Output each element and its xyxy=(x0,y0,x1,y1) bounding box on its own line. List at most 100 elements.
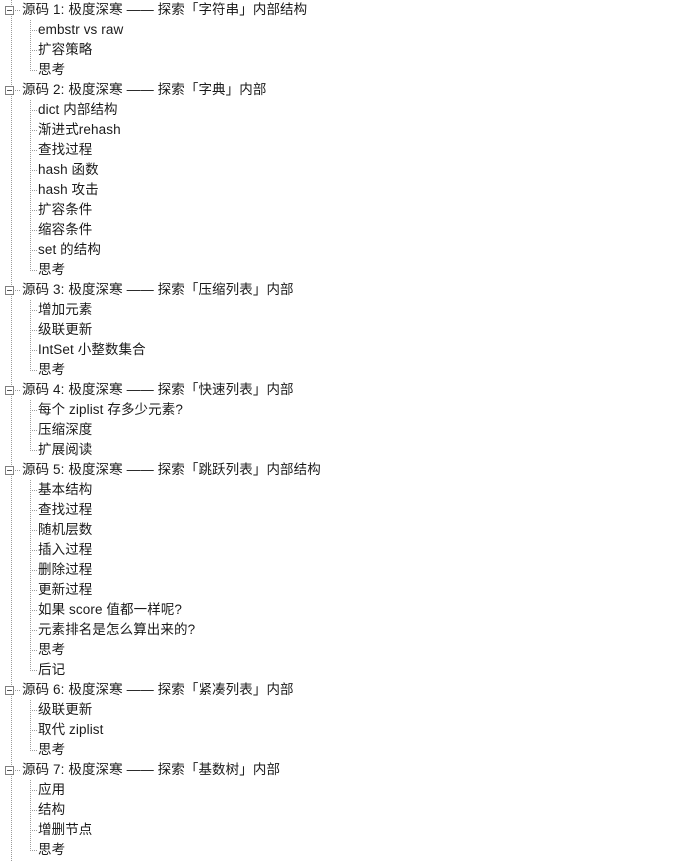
tree-child-label[interactable]: 查找过程 xyxy=(38,140,92,160)
tree-child-label[interactable]: 思考 xyxy=(38,640,65,660)
tree-node-header-row[interactable]: 源码 5: 极度深寒 —— 探索「跳跃列表」内部结构 xyxy=(0,460,686,480)
tree-child-label[interactable]: 思考 xyxy=(38,840,65,860)
tree-node-label[interactable]: 源码 1: 极度深寒 —— 探索「字符串」内部结构 xyxy=(22,0,307,20)
tree-child-label[interactable]: 应用 xyxy=(38,780,65,800)
minus-square-icon[interactable] xyxy=(5,386,14,395)
tree-child-label[interactable]: 删除过程 xyxy=(38,560,92,580)
tree-child-label[interactable]: 查找过程 xyxy=(38,500,92,520)
minus-square-icon[interactable] xyxy=(5,466,14,475)
tree-child-row[interactable]: 插入过程 xyxy=(0,540,686,560)
tree-child-label[interactable]: 如果 score 值都一样呢? xyxy=(38,600,182,620)
tree-child-label[interactable]: 级联更新 xyxy=(38,320,92,340)
tree-children: embstr vs raw 扩容策略 思考 xyxy=(0,20,686,80)
tree-child-row[interactable]: IntSet 小整数集合 xyxy=(0,340,686,360)
tree-child-label[interactable]: set 的结构 xyxy=(38,240,101,260)
tree-node-header-row[interactable]: 源码 1: 极度深寒 —— 探索「字符串」内部结构 xyxy=(0,0,686,20)
tree-child-label[interactable]: 缩容条件 xyxy=(38,220,92,240)
minus-square-icon[interactable] xyxy=(5,686,14,695)
tree-connector-elbow xyxy=(30,550,37,551)
tree-child-row[interactable]: 应用 xyxy=(0,780,686,800)
tree-child-row[interactable]: 压缩深度 xyxy=(0,420,686,440)
tree-node-label[interactable]: 源码 6: 极度深寒 —— 探索「紧凑列表」内部 xyxy=(22,680,294,700)
tree-child-label[interactable]: 元素排名是怎么算出来的? xyxy=(38,620,195,640)
tree-node-header-row[interactable]: 源码 3: 极度深寒 —— 探索「压缩列表」内部 xyxy=(0,280,686,300)
tree-child-row[interactable]: 基本结构 xyxy=(0,480,686,500)
tree-child-row[interactable]: 扩容条件 xyxy=(0,200,686,220)
tree-child-row[interactable]: set 的结构 xyxy=(0,240,686,260)
tree-child-row[interactable]: 取代 ziplist xyxy=(0,720,686,740)
tree-node-header-row[interactable]: 源码 2: 极度深寒 —— 探索「字典」内部 xyxy=(0,80,686,100)
tree-child-label[interactable]: hash 攻击 xyxy=(38,180,99,200)
tree-child-label[interactable]: embstr vs raw xyxy=(38,20,123,40)
tree-child-label[interactable]: dict 内部结构 xyxy=(38,100,118,120)
minus-square-icon[interactable] xyxy=(5,766,14,775)
tree-child-label[interactable]: 随机层数 xyxy=(38,520,92,540)
tree-child-row[interactable]: 级联更新 xyxy=(0,320,686,340)
tree-node-label[interactable]: 源码 5: 极度深寒 —— 探索「跳跃列表」内部结构 xyxy=(22,460,321,480)
tree-child-label[interactable]: 扩展阅读 xyxy=(38,440,92,460)
tree-child-row[interactable]: 增删节点 xyxy=(0,820,686,840)
tree-child-row[interactable]: 查找过程 xyxy=(0,500,686,520)
tree-child-label[interactable]: hash 函数 xyxy=(38,160,99,180)
minus-square-icon[interactable] xyxy=(5,6,14,15)
tree-child-label[interactable]: 思考 xyxy=(38,360,65,380)
tree-child-label[interactable]: 增删节点 xyxy=(38,820,92,840)
tree-child-row[interactable]: 每个 ziplist 存多少元素? xyxy=(0,400,686,420)
minus-square-icon[interactable] xyxy=(5,86,14,95)
tree-child-label[interactable]: 扩容条件 xyxy=(38,200,92,220)
tree-child-row[interactable]: 增加元素 xyxy=(0,300,686,320)
tree-child-label[interactable]: 每个 ziplist 存多少元素? xyxy=(38,400,183,420)
tree-child-row[interactable]: 思考 xyxy=(0,740,686,760)
tree-node-header-row[interactable]: 源码 7: 极度深寒 —— 探索「基数树」内部 xyxy=(0,760,686,780)
tree-child-row[interactable]: 渐进式rehash xyxy=(0,120,686,140)
tree-child-label[interactable]: 更新过程 xyxy=(38,580,92,600)
tree-child-label[interactable]: 增加元素 xyxy=(38,300,92,320)
tree-child-row[interactable]: 如果 score 值都一样呢? xyxy=(0,600,686,620)
tree-child-row[interactable]: 思考 xyxy=(0,60,686,80)
tree-child-label[interactable]: 插入过程 xyxy=(38,540,92,560)
minus-square-icon[interactable] xyxy=(5,286,14,295)
tree-child-row[interactable]: 删除过程 xyxy=(0,560,686,580)
tree-child-row[interactable]: dict 内部结构 xyxy=(0,100,686,120)
tree-child-row[interactable]: hash 函数 xyxy=(0,160,686,180)
tree-child-row[interactable]: 元素排名是怎么算出来的? xyxy=(0,620,686,640)
tree-child-label[interactable]: IntSet 小整数集合 xyxy=(38,340,146,360)
tree-node-header-row[interactable]: 源码 6: 极度深寒 —— 探索「紧凑列表」内部 xyxy=(0,680,686,700)
tree-child-label[interactable]: 压缩深度 xyxy=(38,420,92,440)
tree-child-row[interactable]: 思考 xyxy=(0,360,686,380)
tree-child-row[interactable]: 结构 xyxy=(0,800,686,820)
tree-child-row[interactable]: 查找过程 xyxy=(0,140,686,160)
tree-child-label[interactable]: 思考 xyxy=(38,740,65,760)
tree-connector-elbow xyxy=(30,110,37,111)
tree-connector-elbow xyxy=(30,570,37,571)
tree-child-label[interactable]: 思考 xyxy=(38,60,65,80)
tree-child-row[interactable]: hash 攻击 xyxy=(0,180,686,200)
tree-child-row[interactable]: 扩展阅读 xyxy=(0,440,686,460)
tree-child-row[interactable]: 思考 xyxy=(0,260,686,280)
tree-child-row[interactable]: embstr vs raw xyxy=(0,20,686,40)
tree-group: 源码 2: 极度深寒 —— 探索「字典」内部 dict 内部结构 渐进式rehash… xyxy=(0,80,686,280)
tree-connector-elbow xyxy=(30,850,37,851)
tree-node-label[interactable]: 源码 3: 极度深寒 —— 探索「压缩列表」内部 xyxy=(22,280,294,300)
tree-child-row[interactable]: 级联更新 xyxy=(0,700,686,720)
tree-child-row[interactable]: 更新过程 xyxy=(0,580,686,600)
tree-node-label[interactable]: 源码 4: 极度深寒 —— 探索「快速列表」内部 xyxy=(22,380,294,400)
tree-child-row[interactable]: 缩容条件 xyxy=(0,220,686,240)
tree-child-label[interactable]: 渐进式rehash xyxy=(38,120,121,140)
tree-child-label[interactable]: 后记 xyxy=(38,660,65,680)
tree-child-row[interactable]: 后记 xyxy=(0,660,686,680)
tree-child-label[interactable]: 扩容策略 xyxy=(38,40,92,60)
tree-node-label[interactable]: 源码 2: 极度深寒 —— 探索「字典」内部 xyxy=(22,80,266,100)
tree-connector-stub xyxy=(15,290,21,291)
tree-child-label[interactable]: 基本结构 xyxy=(38,480,92,500)
tree-node-header-row[interactable]: 源码 4: 极度深寒 —— 探索「快速列表」内部 xyxy=(0,380,686,400)
tree-child-label[interactable]: 级联更新 xyxy=(38,700,92,720)
tree-child-label[interactable]: 思考 xyxy=(38,260,65,280)
tree-child-label[interactable]: 结构 xyxy=(38,800,65,820)
tree-child-row[interactable]: 随机层数 xyxy=(0,520,686,540)
tree-child-row[interactable]: 思考 xyxy=(0,840,686,860)
tree-child-label[interactable]: 取代 ziplist xyxy=(38,720,104,740)
tree-child-row[interactable]: 扩容策略 xyxy=(0,40,686,60)
tree-child-row[interactable]: 思考 xyxy=(0,640,686,660)
tree-node-label[interactable]: 源码 7: 极度深寒 —— 探索「基数树」内部 xyxy=(22,760,280,780)
